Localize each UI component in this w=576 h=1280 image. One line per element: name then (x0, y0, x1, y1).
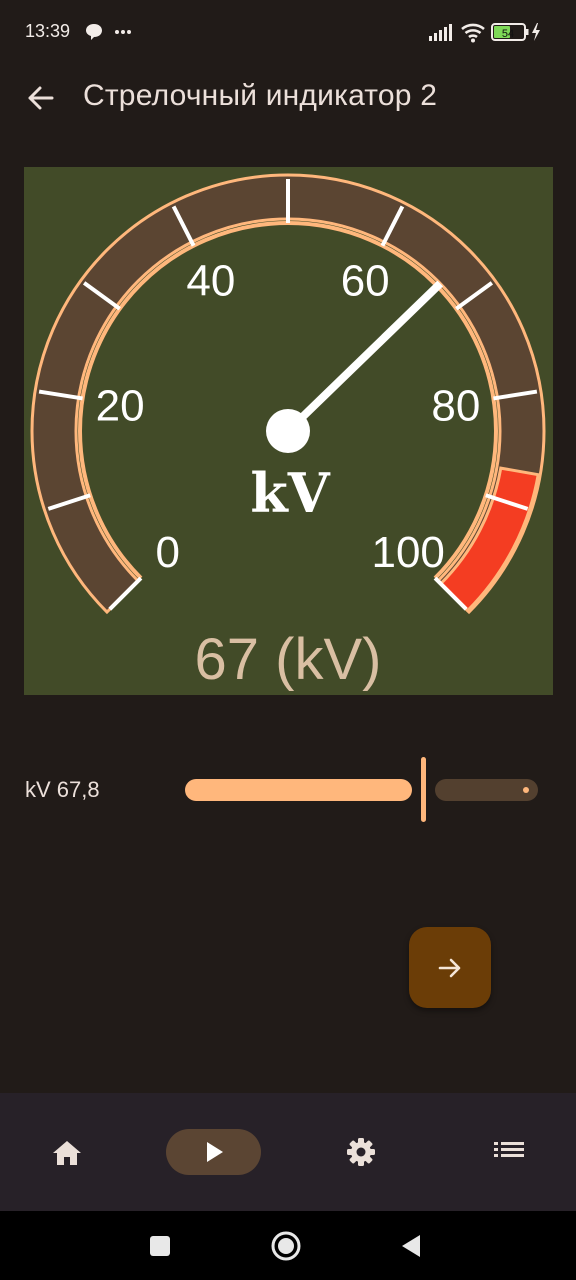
battery-level: 54 (502, 28, 514, 40)
home-icon (53, 1141, 81, 1165)
system-nav-bar (0, 1211, 576, 1280)
slider-thumb[interactable] (421, 757, 426, 822)
system-home-button[interactable] (269, 1229, 303, 1263)
list-icon (494, 1142, 524, 1157)
chat-bubble-icon (86, 24, 102, 40)
system-back-button[interactable] (394, 1229, 428, 1263)
home-circle-icon (271, 1231, 301, 1261)
value-slider[interactable] (180, 755, 545, 825)
recents-button[interactable] (143, 1229, 177, 1263)
gauge-tick-label: 60 (341, 257, 390, 306)
gauge: 0 20 40 60 80 100 kV 67 (kV) (30, 173, 546, 692)
gauge-needle (285, 280, 444, 434)
status-left-icons (86, 22, 136, 47)
next-fab-button[interactable] (409, 927, 491, 1008)
status-right-icons: 54 (428, 20, 548, 49)
gauge-unit-label: kV (250, 461, 330, 525)
value-slider-row: kV 67,8 (0, 755, 576, 825)
nav-item-list[interactable] (486, 1129, 532, 1175)
nav-item-home[interactable] (44, 1129, 90, 1175)
more-dots-icon (115, 30, 131, 34)
slider-value-label: kV 67,8 (25, 777, 100, 802)
gauge-needle-hub (266, 409, 310, 453)
slider-stop-indicator (523, 787, 529, 793)
gauge-tick-label: 40 (186, 257, 235, 306)
nav-item-settings[interactable] (338, 1129, 384, 1175)
slider-active-track (185, 779, 412, 801)
gauge-tick-label: 80 (431, 381, 480, 430)
signal-icon (429, 24, 452, 41)
back-triangle-icon (402, 1235, 420, 1257)
back-button[interactable] (16, 74, 64, 122)
gauge-tick-label: 0 (156, 528, 180, 577)
status-time: 13:39 (25, 21, 71, 41)
nav-item-play[interactable] (166, 1129, 261, 1175)
recents-square-icon (150, 1236, 170, 1256)
status-bar: 13:39 54 (0, 0, 576, 64)
wifi-icon (461, 23, 485, 43)
gauge-readout: 67 (kV) (195, 627, 382, 692)
gauge-panel: 0 20 40 60 80 100 kV 67 (kV) (24, 167, 553, 695)
gauge-tick-label: 20 (96, 381, 145, 430)
battery-icon: 54 (491, 23, 529, 41)
gear-icon (347, 1138, 375, 1166)
arrow-right-icon (438, 958, 461, 978)
arrow-left-icon (28, 86, 54, 110)
page-title: Стрелочный индикатор 2 (83, 79, 438, 112)
app-bar: Стрелочный индикатор 2 (0, 64, 576, 132)
charging-bolt-icon (532, 23, 540, 41)
gauge-tick-label: 100 (371, 528, 444, 577)
play-icon (207, 1142, 223, 1162)
bottom-nav (0, 1093, 576, 1211)
